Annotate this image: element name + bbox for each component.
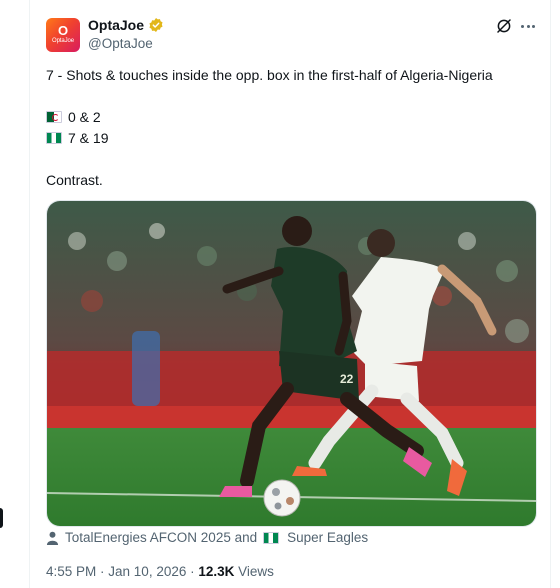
meta-separator: · — [96, 564, 109, 579]
timeline-border-right — [550, 0, 551, 588]
tweet-date[interactable]: Jan 10, 2026 — [108, 564, 186, 579]
tweet-text-closing: Contrast. — [46, 172, 103, 188]
nigeria-stats: 7 & 19 — [68, 130, 109, 146]
tweet-metadata: 4:55 PM · Jan 10, 2026 · 12.3K Views — [46, 564, 274, 579]
avatar-glyph: O — [57, 23, 69, 38]
author-name-row: OptaJoe — [88, 17, 164, 33]
avatar[interactable]: O OptaJoe — [46, 18, 80, 52]
tweet-media-photo[interactable]: 22 — [46, 200, 537, 527]
match-photo: 22 — [47, 201, 536, 526]
author-handle[interactable]: @OptaJoe — [88, 36, 153, 51]
tweet-time[interactable]: 4:55 PM — [46, 564, 96, 579]
scroll-edge-marker — [0, 508, 3, 528]
algeria-flag-icon — [46, 111, 62, 123]
more-options-icon[interactable] — [519, 17, 537, 35]
media-tags[interactable]: TotalEnergies AFCON 2025 and Super Eagle… — [46, 530, 368, 545]
views-count: 12.3K — [198, 564, 235, 579]
algeria-stats: 0 & 2 — [68, 109, 101, 125]
tweet-text-line1: 7 - Shots & touches inside the opp. box … — [46, 67, 493, 83]
nigeria-flag-icon — [46, 132, 62, 144]
stat-row-algeria: 0 & 2 — [46, 109, 101, 125]
grok-icon[interactable] — [495, 17, 513, 35]
display-name[interactable]: OptaJoe — [88, 17, 144, 33]
tag-team[interactable]: Super Eagles — [287, 530, 368, 545]
timeline-border-left — [29, 0, 30, 588]
player-number: 22 — [340, 372, 354, 386]
tag-prefix[interactable]: TotalEnergies AFCON 2025 and — [65, 530, 257, 545]
stat-row-nigeria: 7 & 19 — [46, 130, 108, 146]
nigeria-flag-icon — [263, 531, 280, 544]
views-label: Views — [234, 564, 274, 579]
avatar-wordmark: OptaJoe — [52, 38, 74, 44]
person-icon — [46, 531, 59, 545]
football — [263, 479, 301, 517]
meta-separator: · — [186, 564, 199, 579]
verified-badge-icon[interactable] — [148, 17, 164, 33]
